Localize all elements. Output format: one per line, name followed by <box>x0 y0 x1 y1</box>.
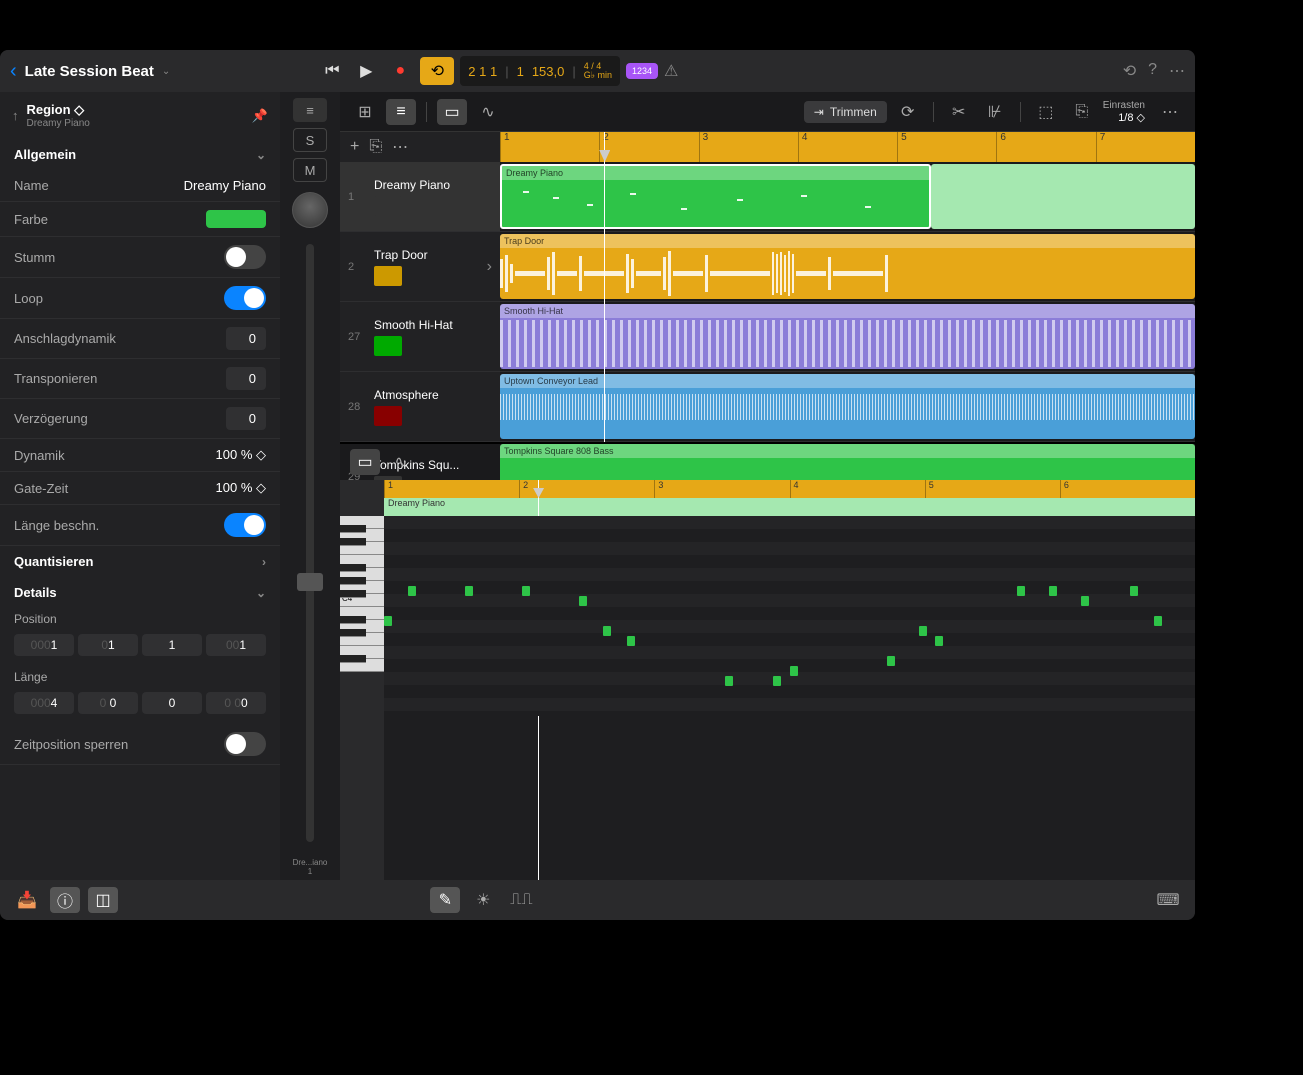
mute-label: Stumm <box>14 250 55 265</box>
volume-fader[interactable] <box>306 244 314 842</box>
pin-icon[interactable]: 📌 <box>252 108 268 124</box>
transpose-value[interactable]: 0 <box>226 367 266 390</box>
loop-tool-icon[interactable]: ⟳ <box>893 99 923 125</box>
loop-label: Loop <box>14 291 43 306</box>
settings-icon[interactable]: ☀ <box>468 887 498 913</box>
velocity-label: Anschlagdynamik <box>14 331 116 346</box>
lcd-key: G♭ min <box>584 71 612 80</box>
edit-mode-icon[interactable]: ✎ <box>430 887 460 913</box>
tuner-button[interactable]: ⚠ <box>664 61 678 81</box>
trim-tool[interactable]: ⇥ Trimmen <box>804 101 887 123</box>
cycle-button[interactable]: ⟲ <box>420 57 454 85</box>
inspector-panel: ↑ Region ◇ Dreamy Piano 📌 Allgemein⌄ Nam… <box>0 92 280 880</box>
dynamics-value[interactable]: 100 % ◇ <box>216 447 266 463</box>
play-button[interactable]: ▶ <box>352 57 380 85</box>
marquee-icon[interactable]: ⬚ <box>1031 99 1061 125</box>
gate-value[interactable]: 100 % ◇ <box>216 480 266 496</box>
lock-position-label: Zeitposition sperren <box>14 737 128 752</box>
position-label: Position <box>0 608 280 630</box>
piano-keyboard[interactable]: C4 <box>340 480 384 880</box>
clip-length-label: Länge beschn. <box>14 518 99 533</box>
rewind-button[interactable]: ⏮ <box>318 57 346 85</box>
channel-strip: ≡ S M Dre...iano1 <box>280 92 340 880</box>
editor-ruler[interactable]: 123456 <box>384 480 1195 498</box>
section-quantize[interactable]: Quantisieren› <box>0 546 280 577</box>
title-menu-icon[interactable]: ⌄ <box>162 66 170 77</box>
join-icon[interactable]: ⊮ <box>980 99 1010 125</box>
track-header[interactable]: 1Dreamy Piano <box>340 162 500 232</box>
velocity-value[interactable]: 0 <box>226 327 266 350</box>
lcd-display[interactable]: 2 1 1 | 1 153,0 | 4 / 4 G♭ min <box>460 56 620 86</box>
automation-icon[interactable]: ∿ <box>473 99 503 125</box>
duplicate-track-icon[interactable]: ⎘ <box>369 138 382 156</box>
inspector-up-icon[interactable]: ↑ <box>12 108 19 123</box>
delay-value[interactable]: 0 <box>226 407 266 430</box>
region-view-icon[interactable]: ▭ <box>437 99 467 125</box>
keyboard-icon[interactable]: ⌨ <box>1153 887 1183 913</box>
color-swatch[interactable] <box>206 210 266 228</box>
loop-toggle[interactable] <box>224 286 266 310</box>
count-in-button[interactable]: 1234 <box>626 63 658 79</box>
track-more-icon[interactable]: ⋯ <box>392 137 408 157</box>
track-header[interactable]: 27Smooth Hi-Hat <box>340 302 500 372</box>
mute-button[interactable]: M <box>293 158 327 182</box>
lock-position-toggle[interactable] <box>224 732 266 756</box>
back-button[interactable]: ‹ <box>10 60 17 83</box>
mixer-icon[interactable]: ⎍⎍ <box>506 887 536 913</box>
info-icon[interactable]: ⓘ <box>50 887 80 913</box>
name-label: Name <box>14 178 49 193</box>
dynamics-label: Dynamik <box>14 448 65 463</box>
solo-button[interactable]: S <box>293 128 327 152</box>
tracks-more-icon[interactable]: ⋯ <box>1155 99 1185 125</box>
lcd-position: 2 1 1 <box>468 64 497 79</box>
length-label: Länge <box>0 666 280 688</box>
lcd-tempo: 153,0 <box>532 64 565 79</box>
clip-length-toggle[interactable] <box>224 513 266 537</box>
help-button[interactable]: ? <box>1148 61 1157 81</box>
strip-settings-icon[interactable]: ≡ <box>293 98 327 122</box>
scissors-icon[interactable]: ✂ <box>944 99 974 125</box>
editor-region-icon[interactable]: ▭ <box>350 449 380 475</box>
inbox-icon[interactable]: 📥 <box>12 887 42 913</box>
piano-roll-grid[interactable] <box>384 516 1195 716</box>
name-value[interactable]: Dreamy Piano <box>184 178 266 193</box>
gate-label: Gate-Zeit <box>14 481 68 496</box>
inspector-subtitle: Dreamy Piano <box>27 118 244 129</box>
add-track-icon[interactable]: + <box>350 138 359 156</box>
editor-automation-icon[interactable]: ∿ <box>386 449 416 475</box>
pan-knob[interactable] <box>292 192 328 228</box>
editor-region-name[interactable]: Dreamy Piano <box>384 498 1195 516</box>
copy-icon[interactable]: ⎘ <box>1067 99 1097 125</box>
record-button[interactable]: ● <box>386 57 414 85</box>
midi-region[interactable]: Dreamy Piano <box>500 164 931 229</box>
inspector-title[interactable]: Region ◇ <box>27 102 244 118</box>
lcd-beat: 1 <box>517 64 524 79</box>
section-general[interactable]: Allgemein⌄ <box>0 139 280 170</box>
position-fields[interactable]: 00000011 01 1 001 <box>0 630 280 666</box>
track-header[interactable]: 28Atmosphere <box>340 372 500 442</box>
track-header[interactable]: 2Trap Door› <box>340 232 500 302</box>
more-menu-button[interactable]: ⋯ <box>1169 61 1185 81</box>
strip-label: Dre...iano1 <box>293 858 328 880</box>
midi-region-loop[interactable] <box>931 164 1195 229</box>
delay-label: Verzögerung <box>14 411 88 426</box>
color-label: Farbe <box>14 212 48 227</box>
project-title[interactable]: Late Session Beat <box>25 63 154 80</box>
undo-button[interactable]: ⟲ <box>1123 61 1136 81</box>
transpose-label: Transponieren <box>14 371 97 386</box>
section-details[interactable]: Details⌄ <box>0 577 280 608</box>
length-fields[interactable]: 0004 0 0 0 0 00 <box>0 688 280 724</box>
playhead[interactable] <box>604 132 605 442</box>
split-view-icon[interactable]: ◫ <box>88 887 118 913</box>
list-view-icon[interactable]: ≡ <box>386 99 416 125</box>
grid-view-icon[interactable]: ⊞ <box>350 99 380 125</box>
snap-setting[interactable]: Einrasten 1/8 ◇ <box>1103 100 1145 124</box>
mute-toggle[interactable] <box>224 245 266 269</box>
